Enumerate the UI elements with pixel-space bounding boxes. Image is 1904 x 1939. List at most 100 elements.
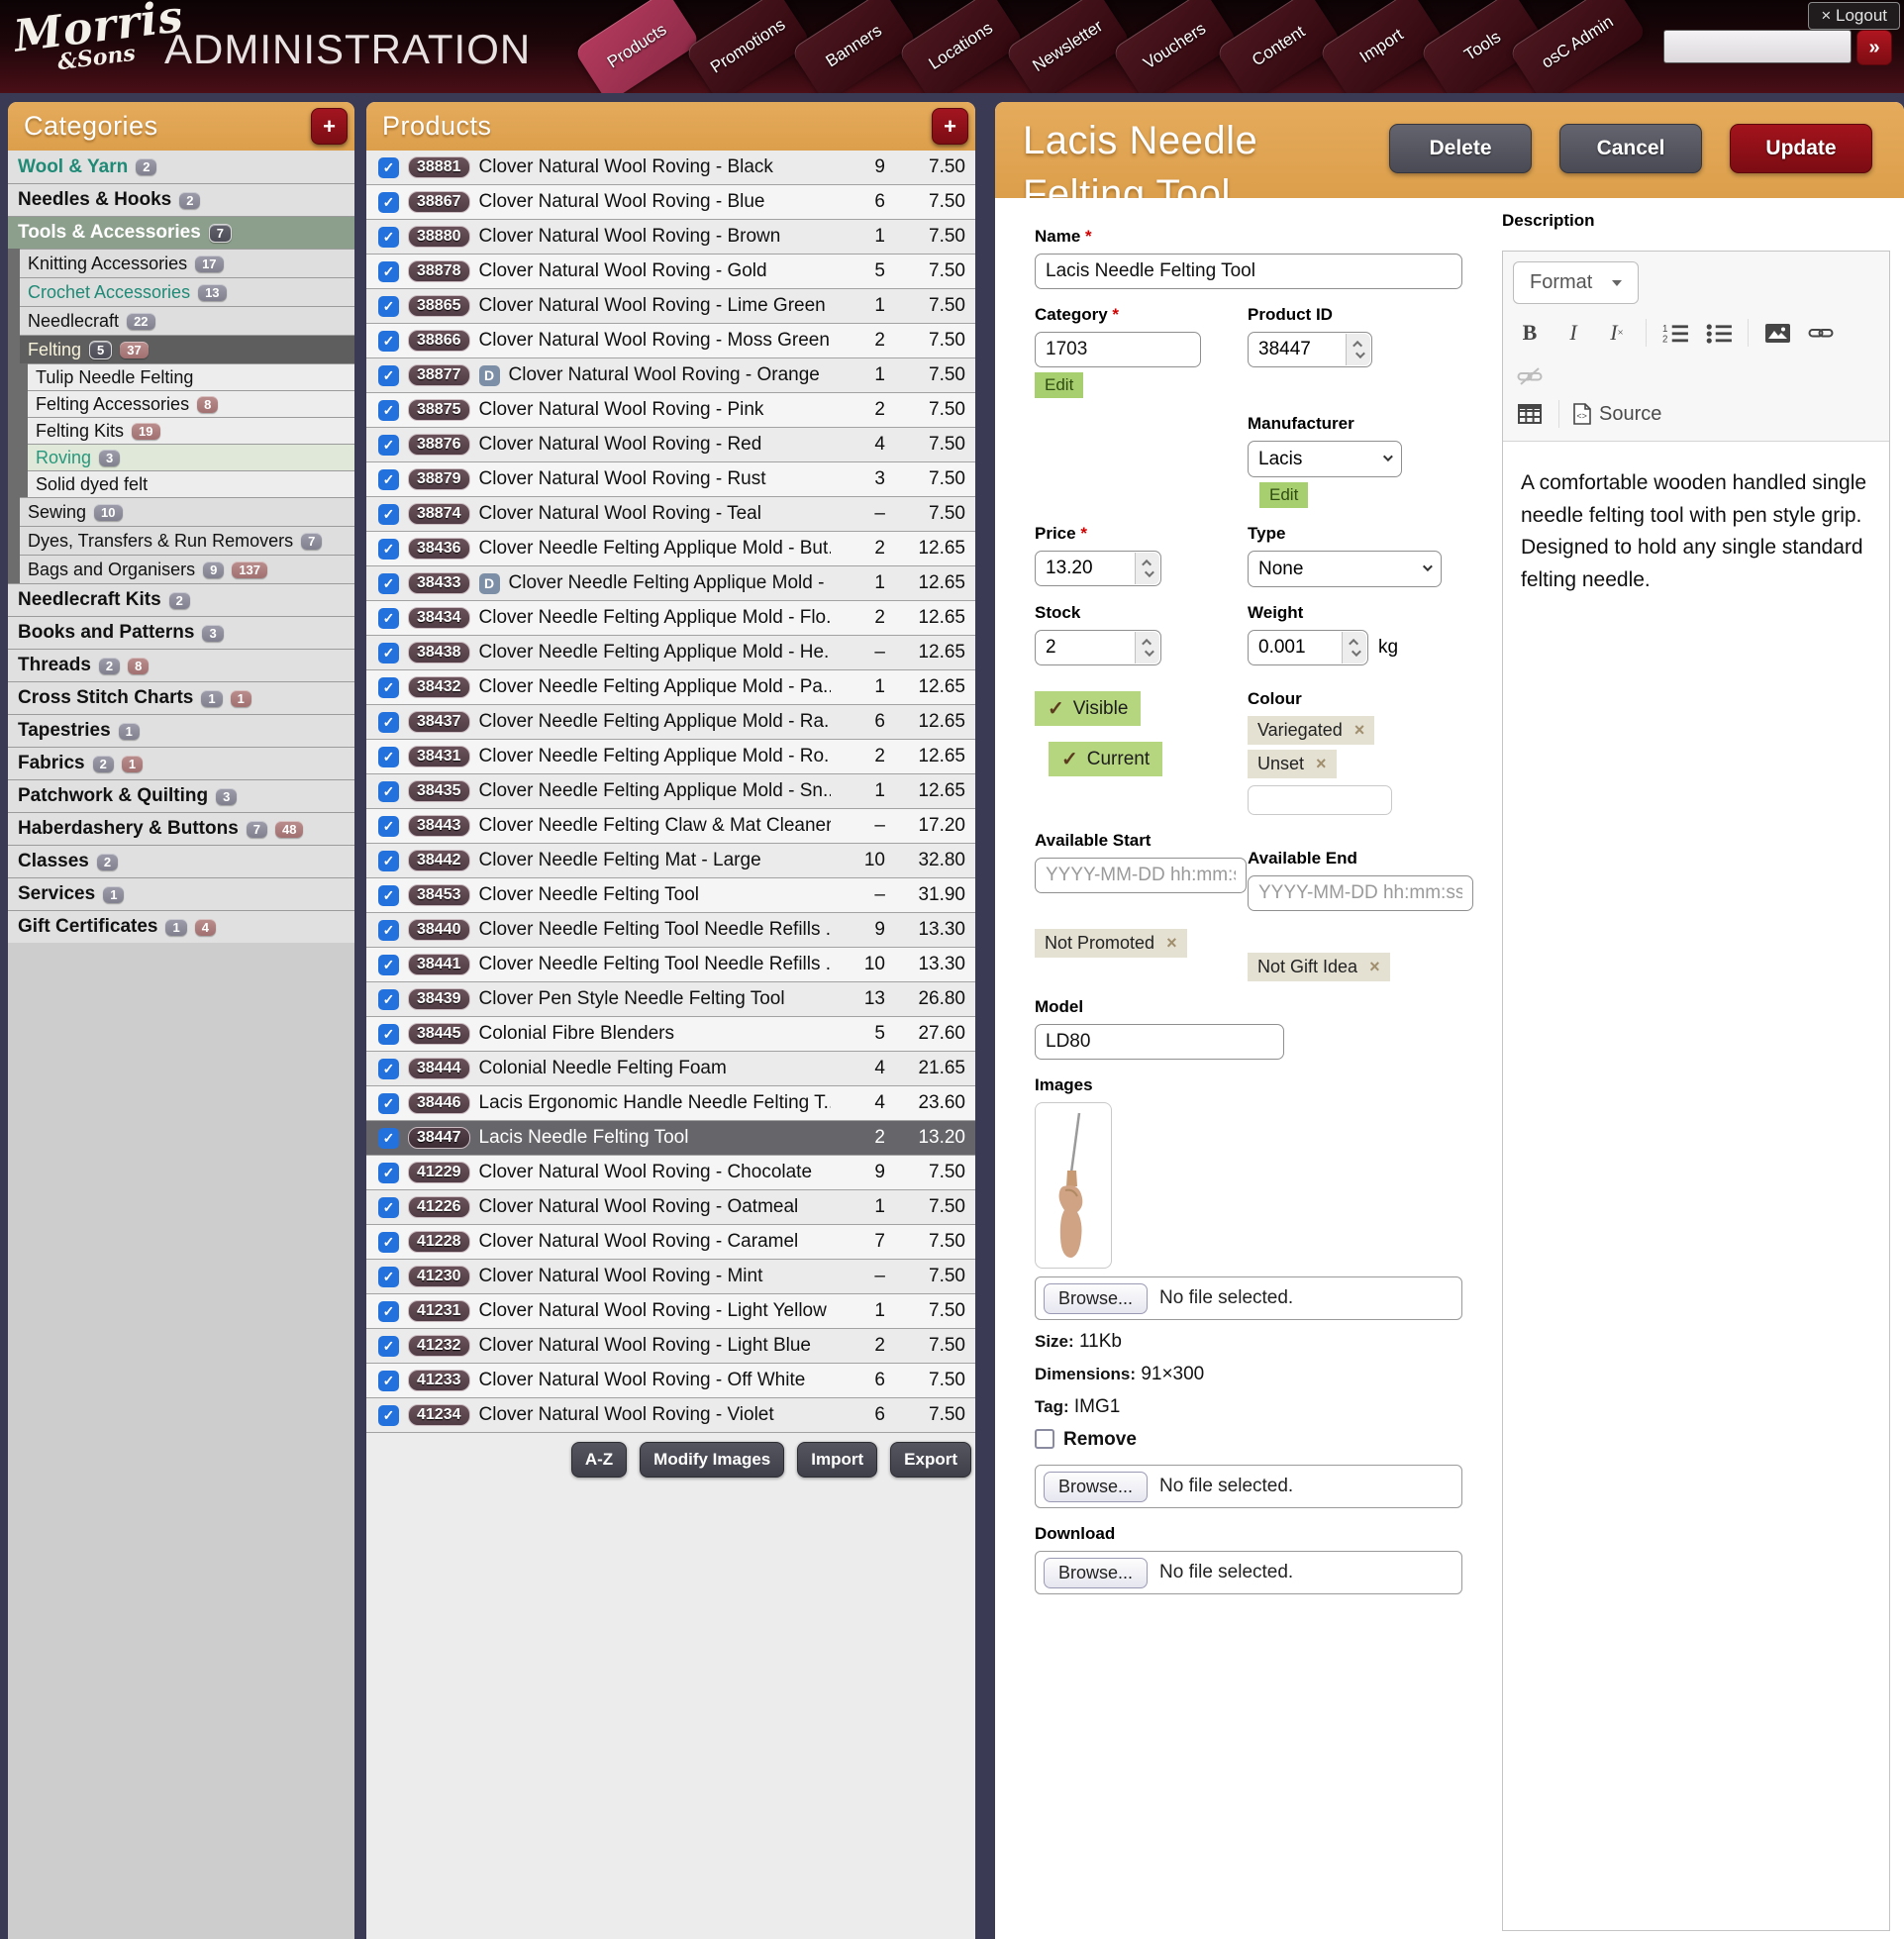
category-item[interactable]: Crochet Accessories13	[20, 277, 354, 306]
image-icon[interactable]	[1762, 318, 1792, 348]
category-item[interactable]: Wool & Yarn2	[8, 151, 354, 183]
category-item[interactable]: Dyes, Transfers & Run Removers7	[20, 526, 354, 555]
product-row[interactable]: 38434Clover Needle Felting Applique Mold…	[366, 601, 975, 636]
product-checkbox[interactable]	[378, 539, 399, 560]
category-item[interactable]: Cross Stitch Charts11	[8, 681, 354, 714]
nav-tab-promotions[interactable]: Promotions	[684, 0, 812, 93]
modify-images-button[interactable]: Modify Images	[640, 1442, 784, 1478]
product-checkbox[interactable]	[378, 955, 399, 975]
product-checkbox[interactable]	[378, 1405, 399, 1426]
product-row[interactable]: 38442Clover Needle Felting Mat - Large10…	[366, 844, 975, 878]
remove-image-checkbox[interactable]	[1035, 1429, 1054, 1449]
category-item[interactable]: Sewing10	[20, 497, 354, 526]
cancel-button[interactable]: Cancel	[1559, 124, 1702, 173]
category-field[interactable]	[1035, 332, 1201, 367]
export-button[interactable]: Export	[890, 1442, 971, 1478]
product-row[interactable]: 38436Clover Needle Felting Applique Mold…	[366, 532, 975, 566]
product-checkbox[interactable]	[378, 747, 399, 767]
product-checkbox[interactable]	[378, 712, 399, 733]
category-item[interactable]: Needles & Hooks2	[8, 183, 354, 216]
category-item[interactable]: Haberdashery & Buttons748	[8, 812, 354, 845]
edit-manufacturer-button[interactable]: Edit	[1259, 482, 1308, 508]
type-select[interactable]: None	[1248, 551, 1442, 587]
product-row[interactable]: 41229Clover Natural Wool Roving - Chocol…	[366, 1156, 975, 1190]
product-row[interactable]: 41231Clover Natural Wool Roving - Light …	[366, 1294, 975, 1329]
product-row[interactable]: 38867Clover Natural Wool Roving - Blue67…	[366, 185, 975, 220]
download-file-input[interactable]: Browse... No file selected.	[1035, 1551, 1462, 1594]
product-row[interactable]: 38877DClover Natural Wool Roving - Orang…	[366, 358, 975, 393]
category-item[interactable]: Fabrics21	[8, 747, 354, 779]
product-checkbox[interactable]	[378, 608, 399, 629]
product-checkbox[interactable]	[378, 851, 399, 871]
product-row[interactable]: 38875Clover Natural Wool Roving - Pink27…	[366, 393, 975, 428]
category-item[interactable]: Tools & Accessories7	[8, 216, 354, 249]
search-input[interactable]	[1663, 30, 1852, 63]
product-row[interactable]: 38878Clover Natural Wool Roving - Gold57…	[366, 255, 975, 289]
category-item[interactable]: Felting Kits19	[28, 417, 354, 444]
category-item[interactable]: Gift Certificates14	[8, 910, 354, 943]
add-product-button[interactable]: +	[932, 108, 968, 145]
stock-stepper[interactable]: 2	[1035, 630, 1161, 665]
category-item[interactable]: Tapestries1	[8, 714, 354, 747]
product-checkbox[interactable]	[378, 157, 399, 178]
product-checkbox[interactable]	[378, 400, 399, 421]
remove-chip-icon[interactable]: ×	[1369, 957, 1380, 977]
unlink-icon[interactable]	[1515, 361, 1545, 391]
product-row[interactable]: 38443Clover Needle Felting Claw & Mat Cl…	[366, 809, 975, 844]
product-row[interactable]: 38439Clover Pen Style Needle Felting Too…	[366, 982, 975, 1017]
nav-tab-newsletter[interactable]: Newsletter	[1004, 0, 1132, 93]
product-checkbox[interactable]	[378, 365, 399, 386]
spinner-buttons[interactable]	[1135, 553, 1159, 584]
product-row[interactable]: 41232Clover Natural Wool Roving - Light …	[366, 1329, 975, 1364]
source-button[interactable]: <> Source	[1573, 403, 1661, 426]
bold-icon[interactable]: B	[1515, 318, 1545, 348]
model-field[interactable]	[1035, 1024, 1284, 1060]
product-row[interactable]: 38880Clover Natural Wool Roving - Brown1…	[366, 220, 975, 255]
format-dropdown[interactable]: Format	[1513, 261, 1639, 304]
product-checkbox[interactable]	[378, 331, 399, 352]
product-row[interactable]: 38866Clover Natural Wool Roving - Moss G…	[366, 324, 975, 358]
product-checkbox[interactable]	[378, 296, 399, 317]
not-promoted-chip[interactable]: Not Promoted ×	[1035, 929, 1187, 958]
spinner-buttons[interactable]	[1342, 632, 1366, 663]
name-field[interactable]	[1035, 254, 1462, 289]
product-image-thumbnail[interactable]	[1035, 1102, 1112, 1269]
category-item[interactable]: Bags and Organisers9137	[20, 555, 354, 583]
category-item[interactable]: Needlecraft22	[20, 306, 354, 335]
product-row[interactable]: 41230Clover Natural Wool Roving - Mint–7…	[366, 1260, 975, 1294]
product-row[interactable]: 38874Clover Natural Wool Roving - Teal–7…	[366, 497, 975, 532]
category-item[interactable]: Threads28	[8, 649, 354, 681]
category-item[interactable]: Patchwork & Quilting3	[8, 779, 354, 812]
colour-add-input[interactable]	[1248, 785, 1392, 815]
product-checkbox[interactable]	[378, 573, 399, 594]
search-go-button[interactable]: »	[1856, 30, 1892, 65]
product-row[interactable]: 38876Clover Natural Wool Roving - Red47.…	[366, 428, 975, 462]
product-row[interactable]: 38879Clover Natural Wool Roving - Rust37…	[366, 462, 975, 497]
product-checkbox[interactable]	[378, 1163, 399, 1183]
category-item[interactable]: Classes2	[8, 845, 354, 877]
category-item[interactable]: Needlecraft Kits2	[8, 583, 354, 616]
product-checkbox[interactable]	[378, 435, 399, 456]
colour-tag-chip[interactable]: Variegated×	[1248, 716, 1374, 745]
delete-button[interactable]: Delete	[1389, 124, 1532, 173]
az-sort-button[interactable]: A-Z	[571, 1442, 627, 1478]
product-checkbox[interactable]	[378, 504, 399, 525]
remove-chip-icon[interactable]: ×	[1354, 720, 1365, 741]
browse-button[interactable]: Browse...	[1044, 1472, 1148, 1502]
product-row[interactable]: 38446Lacis Ergonomic Handle Needle Felti…	[366, 1086, 975, 1121]
product-row[interactable]: 38881Clover Natural Wool Roving - Black9…	[366, 151, 975, 185]
product-checkbox[interactable]	[378, 781, 399, 802]
product-checkbox[interactable]	[378, 643, 399, 663]
available-start-input[interactable]	[1035, 858, 1247, 893]
image-file-input-2[interactable]: Browse... No file selected.	[1035, 1465, 1462, 1508]
manufacturer-select[interactable]: Lacis	[1248, 441, 1402, 477]
table-icon[interactable]	[1515, 399, 1545, 429]
nav-tab-vouchers[interactable]: Vouchers	[1111, 0, 1239, 93]
product-checkbox[interactable]	[378, 1059, 399, 1079]
ordered-list-icon[interactable]: 12	[1660, 318, 1690, 348]
product-row[interactable]: 38444Colonial Needle Felting Foam421.65	[366, 1052, 975, 1086]
category-item[interactable]: Tulip Needle Felting	[28, 363, 354, 390]
product-row[interactable]: 41234Clover Natural Wool Roving - Violet…	[366, 1398, 975, 1433]
product-row[interactable]: 41226Clover Natural Wool Roving - Oatmea…	[366, 1190, 975, 1225]
product-row[interactable]: 38441Clover Needle Felting Tool Needle R…	[366, 948, 975, 982]
